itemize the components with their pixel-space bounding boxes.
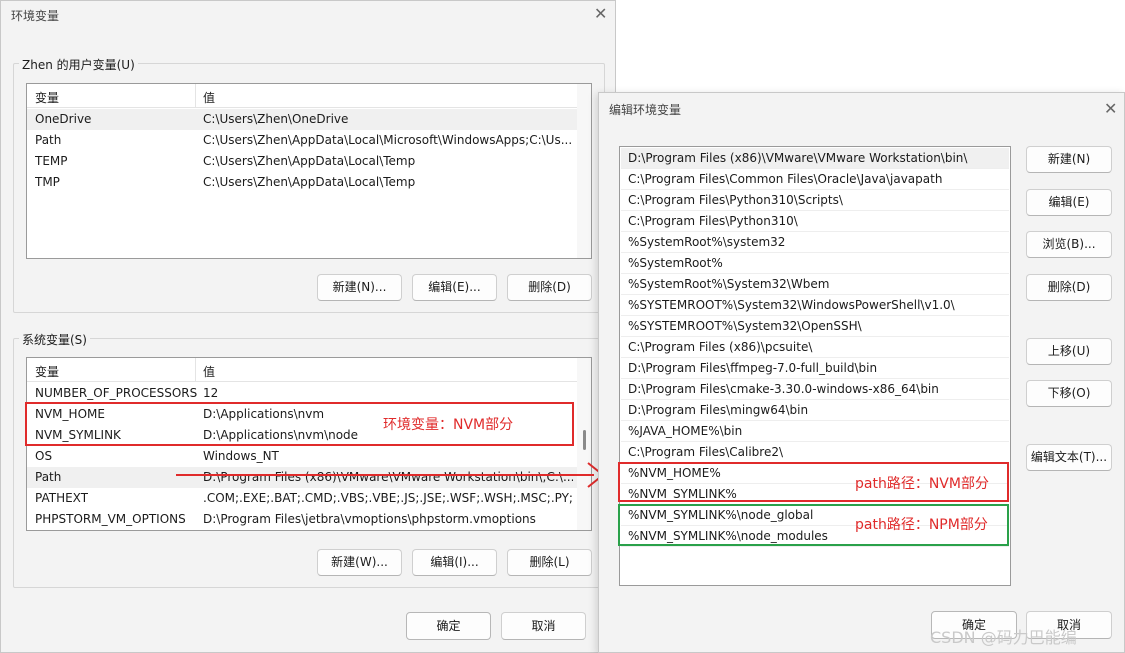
table-row[interactable]: OS Windows_NT	[27, 446, 577, 467]
table-row[interactable]: TEMP C:\Users\Zhen\AppData\Local\Temp	[27, 151, 577, 172]
var-name: PHPSTORM_VM_OPTIONS	[35, 512, 186, 526]
table-row[interactable]: Path C:\Users\Zhen\AppData\Local\Microso…	[27, 130, 577, 151]
path-entry-text: D:\Program Files (x86)\VMware\VMware Wor…	[628, 151, 968, 165]
path-entry-text: C:\Program Files\Python310\Scripts\	[628, 193, 843, 207]
ok-button[interactable]: 确定	[406, 612, 491, 640]
var-name: TMP	[35, 175, 60, 189]
path-entry[interactable]: %SystemRoot%\System32\Wbem	[621, 274, 1009, 295]
var-name: Path	[35, 470, 62, 484]
edit-path-button[interactable]: 编辑(E)	[1026, 189, 1112, 216]
var-name: NUMBER_OF_PROCESSORS	[35, 386, 198, 400]
var-value: 12	[203, 386, 219, 400]
move-up-button[interactable]: 上移(U)	[1026, 338, 1112, 365]
system-list-scrollbar[interactable]	[577, 358, 591, 530]
path-entry[interactable]: D:\Program Files (x86)\VMware\VMware Wor…	[621, 148, 1009, 169]
close-icon[interactable]: ✕	[1104, 101, 1117, 117]
var-value: D:\Program Files (x86)\VMware\VMware Wor…	[203, 470, 573, 484]
table-row[interactable]: Path D:\Program Files (x86)\VMware\VMwar…	[27, 467, 577, 488]
path-entry-text: D:\Program Files\cmake-3.30.0-windows-x8…	[628, 382, 939, 396]
cancel-button[interactable]: 取消	[501, 612, 586, 640]
var-name: PATHEXT	[35, 491, 89, 505]
path-entry[interactable]: C:\Program Files\Common Files\Oracle\Jav…	[621, 169, 1009, 190]
var-name: OneDrive	[35, 112, 92, 126]
path-entry-text: %SystemRoot%	[628, 256, 723, 270]
user-edit-button[interactable]: 编辑(E)...	[412, 274, 497, 301]
path-entry-text: %SystemRoot%\System32\Wbem	[628, 277, 830, 291]
path-entry[interactable]: C:\Program Files (x86)\pcsuite\	[621, 337, 1009, 358]
user-new-button[interactable]: 新建(N)...	[317, 274, 402, 301]
path-entry[interactable]: D:\Program Files\mingw64\bin	[621, 400, 1009, 421]
var-value: .COM;.EXE;.BAT;.CMD;.VBS;.VBE;.JS;.JSE;.…	[203, 491, 573, 505]
col-variable-header[interactable]: 变量	[35, 363, 59, 380]
var-value: C:\Users\Zhen\OneDrive	[203, 112, 349, 126]
var-value: C:\Users\Zhen\AppData\Local\Temp	[203, 154, 416, 168]
edit-dialog-title: 编辑环境变量	[609, 103, 682, 117]
table-row[interactable]: OneDrive C:\Users\Zhen\OneDrive	[27, 109, 577, 130]
col-variable-header[interactable]: 变量	[35, 89, 59, 106]
path-entry-text: C:\Program Files\Calibre2\	[628, 445, 784, 459]
col-value-header[interactable]: 值	[203, 363, 215, 380]
table-row[interactable]: NUMBER_OF_PROCESSORS 12	[27, 383, 577, 404]
path-entry-text: %SYSTEMROOT%\System32\WindowsPowerShell\…	[628, 298, 955, 312]
scroll-thumb[interactable]	[583, 430, 586, 450]
path-entry-text: %SystemRoot%\system32	[628, 235, 786, 249]
edit-env-dialog: 编辑环境变量 ✕ D:\Program Files (x86)\VMware\V…	[598, 92, 1125, 653]
system-delete-button[interactable]: 删除(L)	[507, 549, 592, 576]
arrow-right-icon	[176, 474, 594, 476]
var-name: TEMP	[35, 154, 68, 168]
move-down-button[interactable]: 下移(O)	[1026, 380, 1112, 407]
col-value-header[interactable]: 值	[203, 89, 215, 106]
var-value: C:\Users\Zhen\AppData\Local\Temp	[203, 175, 416, 189]
env-vars-dialog: 环境变量 ✕ Zhen 的用户变量(U) 变量 值 OneDrive C:\Us…	[0, 0, 616, 653]
browse-button[interactable]: 浏览(B)...	[1026, 231, 1112, 258]
delete-path-button[interactable]: 删除(D)	[1026, 274, 1112, 301]
user-vars-label: Zhen 的用户变量(U)	[19, 56, 138, 73]
path-entry-text: C:\Program Files (x86)\pcsuite\	[628, 340, 813, 354]
user-vars-list[interactable]: 变量 值 OneDrive C:\Users\Zhen\OneDrive Pat…	[26, 83, 592, 259]
close-icon[interactable]: ✕	[594, 6, 607, 22]
path-entry[interactable]: D:\Program Files\cmake-3.30.0-windows-x8…	[621, 379, 1009, 400]
path-entry[interactable]: %SYSTEMROOT%\System32\OpenSSH\	[621, 316, 1009, 337]
env-dialog-title: 环境变量	[11, 9, 60, 23]
path-entry[interactable]: %JAVA_HOME%\bin	[621, 421, 1009, 442]
path-entry[interactable]: %SystemRoot%\system32	[621, 232, 1009, 253]
path-entry-text: C:\Program Files\Common Files\Oracle\Jav…	[628, 172, 943, 186]
var-value: Windows_NT	[203, 449, 279, 463]
watermark: CSDN @码力巴能编	[930, 628, 1077, 647]
system-list-header: 变量 值	[27, 358, 591, 382]
path-entry[interactable]: D:\Program Files\ffmpeg-7.0-full_build\b…	[621, 358, 1009, 379]
env-nvm-annotation: 环境变量：NVM部分	[383, 417, 514, 433]
path-entry[interactable]: %SystemRoot%	[621, 253, 1009, 274]
user-list-scrollbar[interactable]	[577, 84, 591, 258]
path-entry-text: D:\Program Files\mingw64\bin	[628, 403, 809, 417]
path-entry[interactable]: %SYSTEMROOT%\System32\WindowsPowerShell\…	[621, 295, 1009, 316]
path-entry-text: C:\Program Files\Python310\	[628, 214, 798, 228]
user-list-header: 变量 值	[27, 84, 591, 108]
path-entry[interactable]: C:\Program Files\Python310\Scripts\	[621, 190, 1009, 211]
path-entry[interactable]: C:\Program Files\Python310\	[621, 211, 1009, 232]
edit-text-button[interactable]: 编辑文本(T)...	[1026, 444, 1112, 471]
user-delete-button[interactable]: 删除(D)	[507, 274, 592, 301]
table-row[interactable]: PATHEXT .COM;.EXE;.BAT;.CMD;.VBS;.VBE;.J…	[27, 488, 577, 509]
var-value: C:\Users\Zhen\AppData\Local\Microsoft\Wi…	[203, 133, 573, 147]
path-nvm-annotation: path路径：NVM部分	[855, 476, 989, 492]
path-entry-text: D:\Program Files\ffmpeg-7.0-full_build\b…	[628, 361, 878, 375]
path-entry-text: %JAVA_HOME%\bin	[628, 424, 743, 438]
new-path-button[interactable]: 新建(N)	[1026, 146, 1112, 173]
table-row[interactable]: PHPSTORM_VM_OPTIONS D:\Program Files\jet…	[27, 509, 577, 530]
system-vars-label: 系统变量(S)	[19, 331, 90, 348]
system-edit-button[interactable]: 编辑(I)...	[412, 549, 497, 576]
var-name: OS	[35, 449, 53, 463]
table-row[interactable]: TMP C:\Users\Zhen\AppData\Local\Temp	[27, 172, 577, 193]
path-entry-text: %SYSTEMROOT%\System32\OpenSSH\	[628, 319, 862, 333]
system-new-button[interactable]: 新建(W)...	[317, 549, 402, 576]
path-npm-annotation: path路径：NPM部分	[855, 517, 988, 533]
var-value: D:\Program Files\jetbra\vmoptions\phpsto…	[203, 512, 536, 526]
path-entry[interactable]: C:\Program Files\Calibre2\	[621, 442, 1009, 463]
var-name: Path	[35, 133, 62, 147]
